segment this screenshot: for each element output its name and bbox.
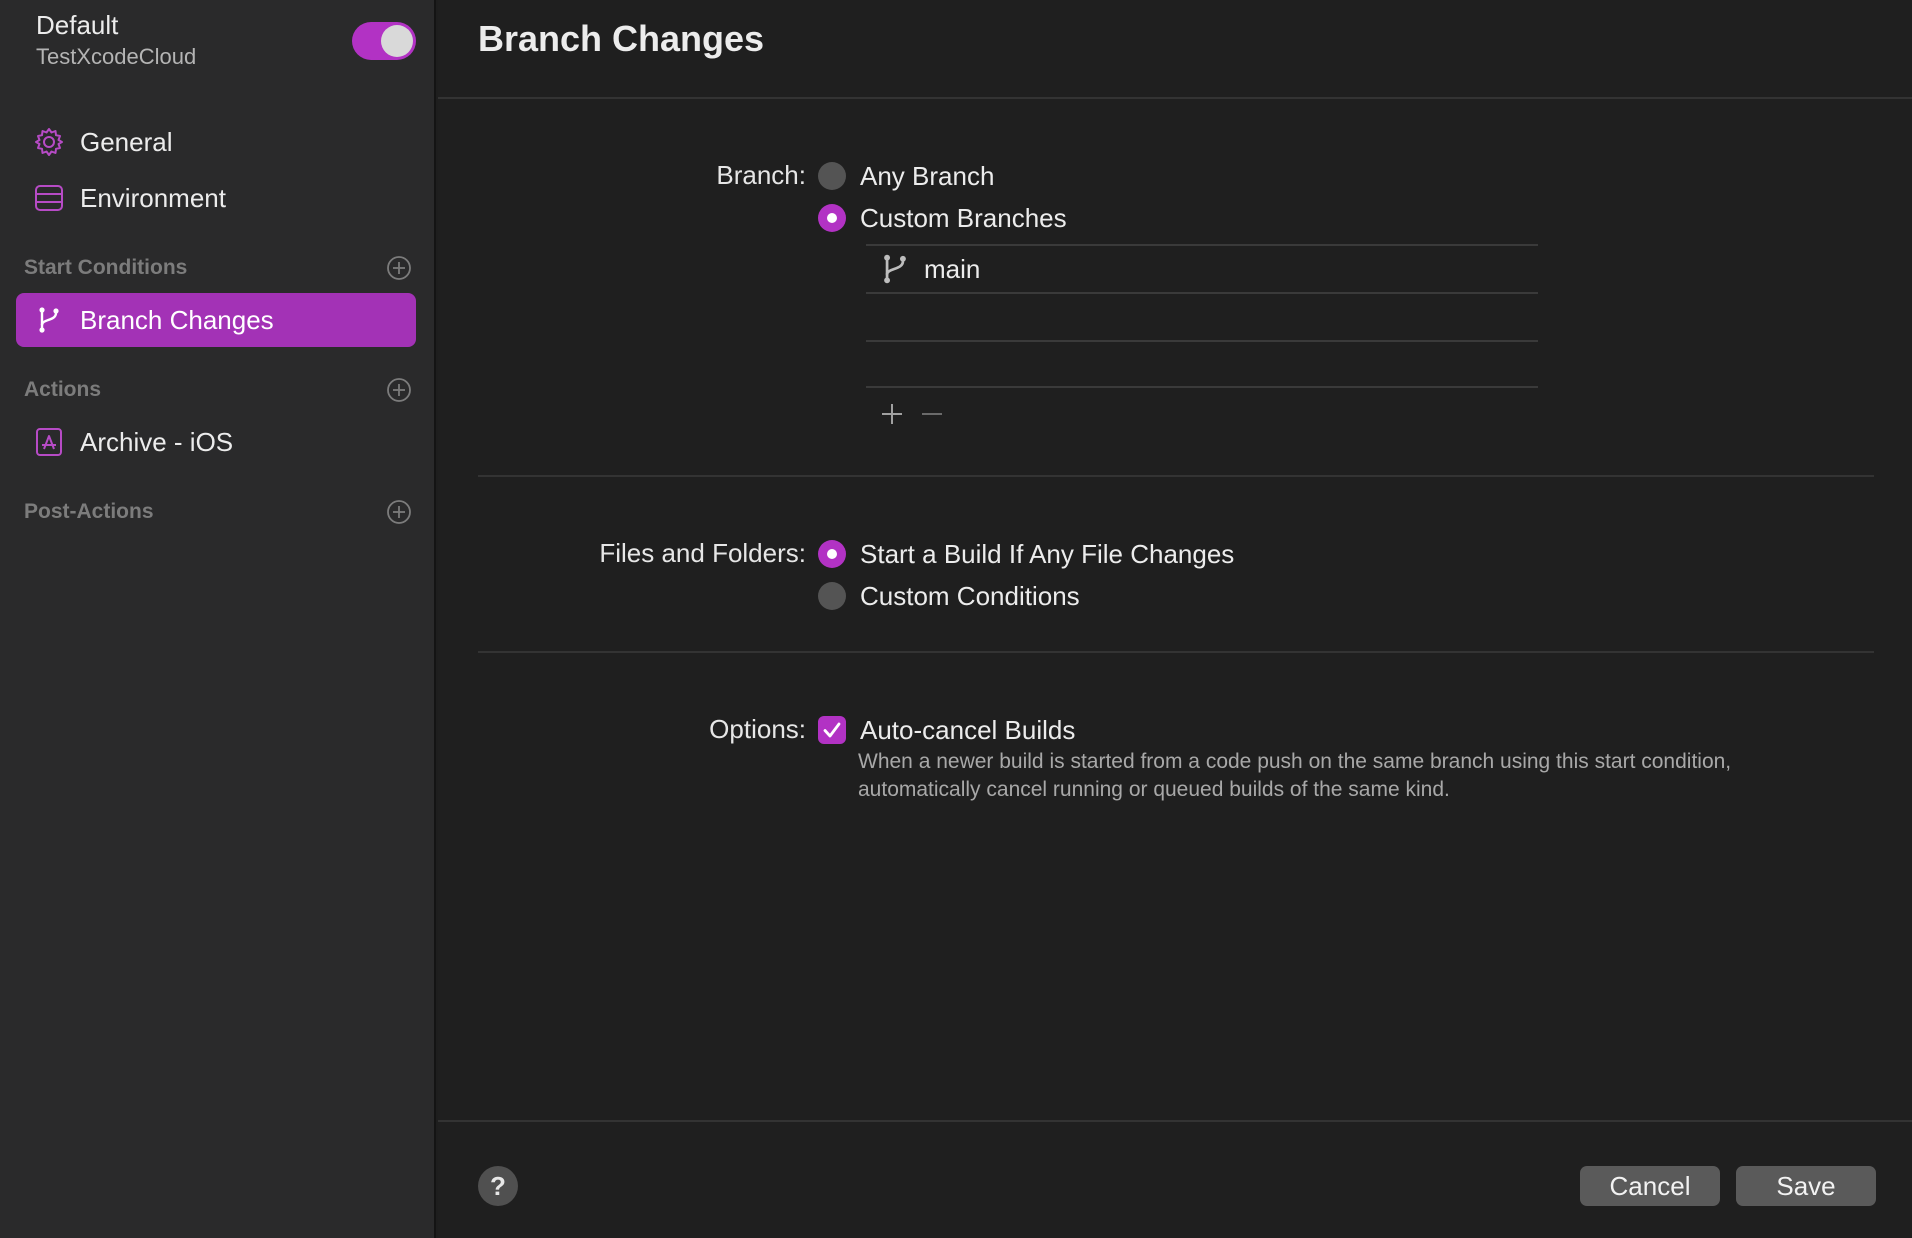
section-label: Start Conditions: [24, 256, 188, 279]
gear-icon: [32, 125, 66, 159]
section-actions: Actions: [24, 374, 416, 406]
radio-button[interactable]: [818, 582, 846, 610]
radio-custom-conditions[interactable]: Custom Conditions: [818, 580, 1080, 612]
auto-cancel-checkbox[interactable]: [818, 716, 846, 744]
header-divider: [438, 97, 1912, 99]
radio-button[interactable]: [818, 540, 846, 568]
option-label: Custom Conditions: [860, 580, 1080, 611]
section-post-actions: Post-Actions: [24, 496, 416, 528]
add-action-icon[interactable]: [386, 377, 412, 403]
section-start-conditions: Start Conditions: [24, 252, 416, 284]
help-button[interactable]: ?: [478, 1166, 518, 1206]
sidebar-item-label: Environment: [80, 182, 226, 213]
remove-branch-button[interactable]: [918, 400, 946, 428]
cancel-button[interactable]: Cancel: [1580, 1166, 1720, 1206]
workflow-name: Default: [36, 10, 119, 40]
sidebar-item-environment[interactable]: Environment: [16, 171, 416, 225]
sidebar-item-archive-ios[interactable]: Archive - iOS: [16, 415, 416, 469]
branch-name: main: [924, 253, 981, 284]
radio-any-branch[interactable]: Any Branch: [818, 160, 994, 192]
auto-cancel-checkbox-row[interactable]: Auto-cancel Builds: [818, 714, 1075, 746]
option-label: Start a Build If Any File Changes: [860, 538, 1235, 569]
workflow-product: TestXcodeCloud: [36, 44, 197, 69]
branch-icon: [878, 252, 912, 286]
branch-label: Branch:: [716, 160, 806, 190]
add-branch-button[interactable]: [878, 400, 906, 428]
checkmark-icon: [823, 722, 841, 738]
server-icon: [32, 181, 66, 215]
app-store-icon: [32, 425, 66, 459]
radio-any-file-changes[interactable]: Start a Build If Any File Changes: [818, 538, 1234, 570]
section-divider: [478, 475, 1874, 477]
add-start-condition-icon[interactable]: [386, 255, 412, 281]
branch-list-controls: [878, 400, 958, 428]
page-title: Branch Changes: [478, 18, 765, 59]
sidebar-item-label: Archive - iOS: [80, 426, 234, 457]
section-label: Post-Actions: [24, 500, 154, 523]
branch-icon: [32, 303, 66, 337]
option-label: Any Branch: [860, 160, 995, 191]
auto-cancel-description: When a newer build is started from a cod…: [858, 750, 1732, 801]
radio-button[interactable]: [818, 162, 846, 190]
option-label: Custom Branches: [860, 202, 1067, 233]
sidebar: Default TestXcodeCloud General Environme…: [0, 0, 436, 1238]
section-divider: [478, 651, 1874, 653]
workflow-enabled-toggle[interactable]: [352, 22, 416, 60]
save-button[interactable]: Save: [1736, 1166, 1876, 1206]
add-post-action-icon[interactable]: [386, 499, 412, 525]
sidebar-item-general[interactable]: General: [16, 115, 416, 169]
files-folders-label: Files and Folders:: [599, 538, 806, 568]
footer-divider: [438, 1120, 1912, 1122]
main-panel: Branch Changes Branch: Any Branch Custom…: [438, 0, 1912, 1238]
sidebar-item-label: Branch Changes: [80, 304, 274, 335]
sidebar-item-label: General: [80, 126, 173, 157]
options-label: Options:: [709, 714, 806, 744]
toggle-knob: [381, 25, 413, 57]
branch-list: main: [866, 244, 1538, 388]
section-label: Actions: [24, 378, 102, 401]
list-item-empty: [866, 292, 1538, 340]
list-item-empty: [866, 340, 1538, 388]
list-item[interactable]: main: [866, 244, 1538, 292]
option-label: Auto-cancel Builds: [860, 714, 1076, 745]
radio-button[interactable]: [818, 204, 846, 232]
sidebar-item-branch-changes[interactable]: Branch Changes: [16, 293, 416, 347]
radio-custom-branches[interactable]: Custom Branches: [818, 202, 1067, 234]
